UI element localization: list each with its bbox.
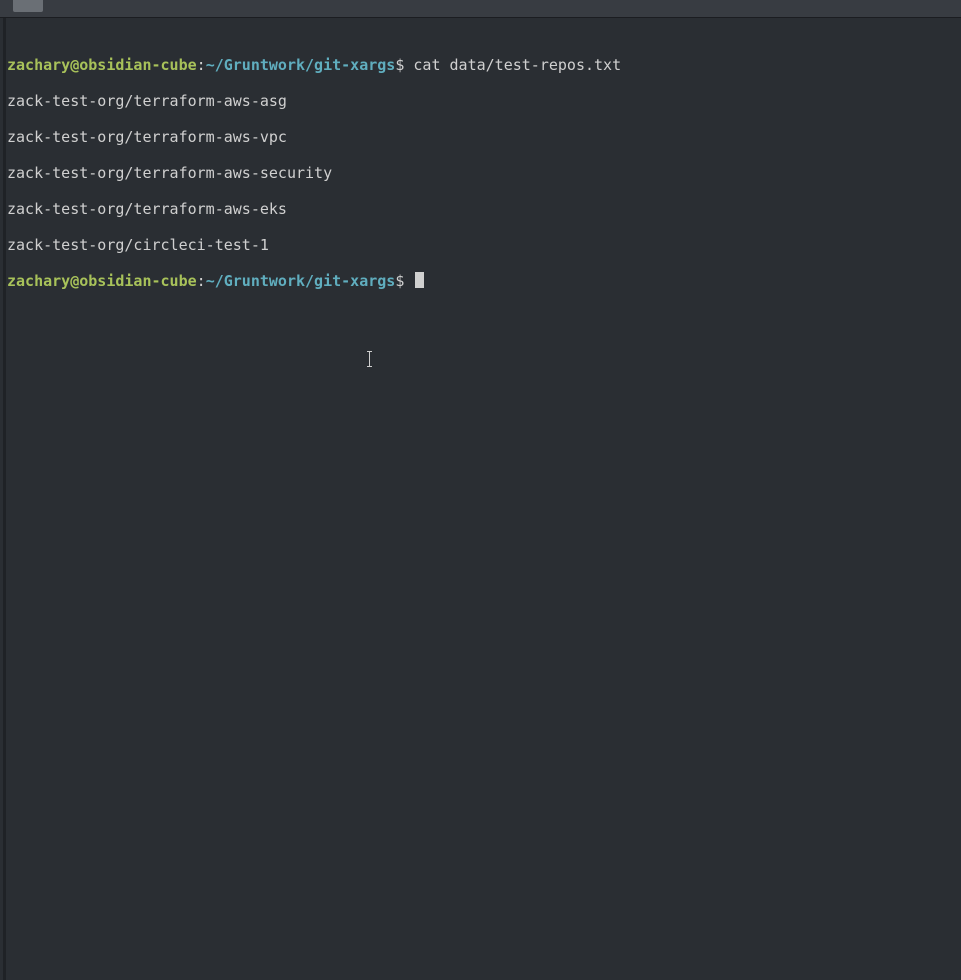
output-line: zack-test-org/terraform-aws-security bbox=[7, 164, 958, 182]
prompt-path: ~/Gruntwork/git-xargs bbox=[206, 272, 396, 290]
terminal-cursor bbox=[415, 272, 424, 288]
text-cursor-icon bbox=[369, 351, 370, 367]
prompt-user: zachary@obsidian-cube bbox=[7, 56, 197, 74]
prompt-dollar: $ bbox=[395, 56, 413, 74]
terminal-line-1: zachary@obsidian-cube:~/Gruntwork/git-xa… bbox=[7, 56, 958, 74]
titlebar-tab[interactable] bbox=[13, 0, 43, 12]
terminal-line-prompt: zachary@obsidian-cube:~/Gruntwork/git-xa… bbox=[7, 272, 958, 290]
prompt-colon: : bbox=[197, 56, 206, 74]
output-line: zack-test-org/circleci-test-1 bbox=[7, 236, 958, 254]
output-line: zack-test-org/terraform-aws-asg bbox=[7, 92, 958, 110]
terminal-left-gutter bbox=[3, 18, 6, 980]
prompt-colon: : bbox=[197, 272, 206, 290]
prompt-path: ~/Gruntwork/git-xargs bbox=[206, 56, 396, 74]
prompt-user: zachary@obsidian-cube bbox=[7, 272, 197, 290]
window-titlebar[interactable] bbox=[0, 0, 961, 18]
output-line: zack-test-org/terraform-aws-eks bbox=[7, 200, 958, 218]
command-text: cat data/test-repos.txt bbox=[413, 56, 621, 74]
terminal-area[interactable]: zachary@obsidian-cube:~/Gruntwork/git-xa… bbox=[0, 18, 961, 980]
prompt-dollar: $ bbox=[395, 272, 413, 290]
output-line: zack-test-org/terraform-aws-vpc bbox=[7, 128, 958, 146]
